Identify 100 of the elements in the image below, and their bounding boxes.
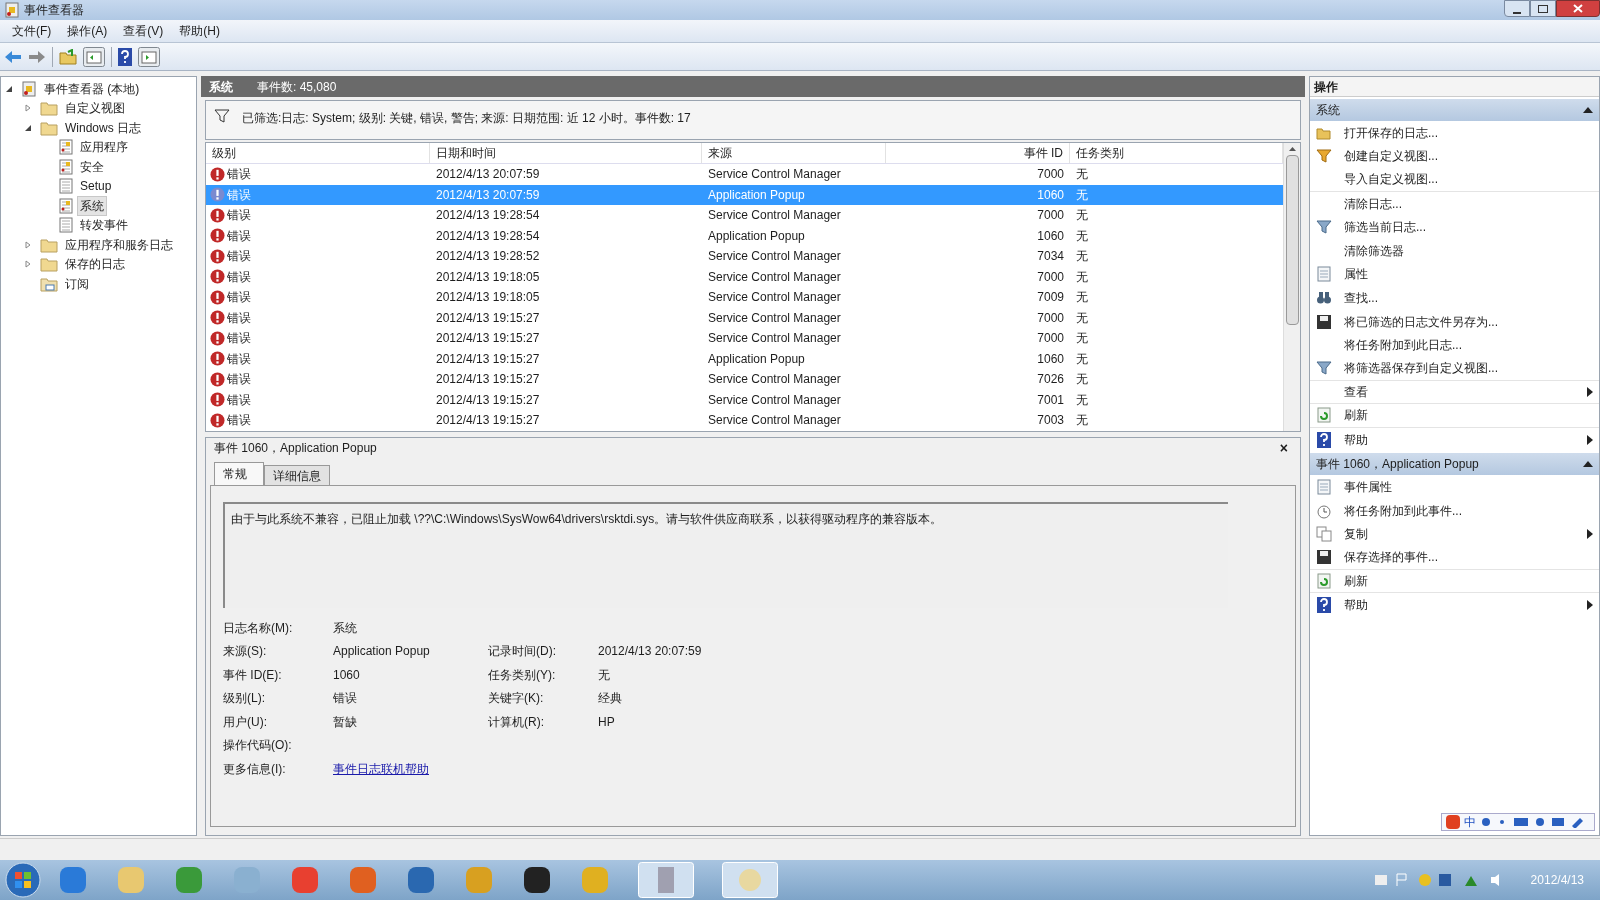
refresh-icon	[1316, 407, 1332, 424]
help-icon[interactable]	[118, 47, 132, 66]
action-item[interactable]: 筛选当前日志...	[1310, 215, 1599, 239]
menu-item[interactable]: 操作(A)	[59, 22, 116, 40]
menu-item[interactable]: 文件(F)	[4, 22, 60, 40]
taskbar-app-icon[interactable]	[522, 865, 552, 895]
tree-item[interactable]: 事件查看器 (本地)	[41, 78, 143, 99]
action-item[interactable]: 清除日志...	[1310, 191, 1599, 216]
action-item[interactable]: 查找...	[1310, 286, 1599, 310]
tree-item[interactable]: Setup	[77, 176, 115, 197]
tree-item[interactable]: 应用程序和服务日志	[62, 234, 176, 255]
action-item[interactable]: 将任务附加到此事件...	[1310, 498, 1599, 523]
table-cell-text: 7000	[1036, 309, 1065, 327]
field-label: 级别(L):	[223, 690, 266, 708]
help-link[interactable]: 事件日志联机帮助	[333, 759, 429, 778]
action-label: 创建自定义视图...	[1344, 148, 1438, 166]
action-item[interactable]: 刷新	[1310, 569, 1599, 594]
table-cell-text: 错误	[227, 268, 251, 286]
back-arrow-icon[interactable]	[4, 49, 22, 64]
table-cell-text: 错误	[227, 330, 251, 348]
column-header[interactable]: 事件 ID	[886, 143, 1070, 163]
minimize-button[interactable]	[1504, 0, 1530, 17]
table-row[interactable]: 错误 2012/4/13 19:15:27 Application Popup 1060 无	[206, 348, 1283, 369]
table-row[interactable]: 错误 2012/4/13 19:15:27 Service Control Manager 7000 无	[206, 328, 1283, 349]
collapse-icon[interactable]	[1583, 461, 1593, 468]
action-item[interactable]: 清除筛选器	[1310, 238, 1599, 263]
forward-arrow-icon[interactable]	[28, 49, 46, 64]
table-row[interactable]: 错误 2012/4/13 20:07:59 Service Control Manager 7000 无	[206, 164, 1283, 185]
tab[interactable]: 详细信息	[264, 465, 330, 485]
action-item[interactable]: 将筛选器保存到自定义视图...	[1310, 356, 1599, 381]
folder-up-icon[interactable]	[59, 48, 77, 65]
collapse-icon[interactable]	[1583, 107, 1593, 113]
table-cell-text: 7026	[1036, 371, 1065, 389]
panel-icon[interactable]	[83, 46, 105, 67]
table-row[interactable]: 错误 2012/4/13 19:15:27 Service Control Manager 7000 无	[206, 307, 1283, 328]
close-icon	[1573, 4, 1583, 13]
tree-item[interactable]: Windows 日志	[62, 117, 144, 138]
submenu-arrow-icon	[1587, 600, 1593, 611]
clock-icon	[1316, 502, 1332, 519]
close-button[interactable]	[1556, 0, 1600, 17]
table-cell-text: 无	[1075, 268, 1089, 286]
action-label: 将任务附加到此日志...	[1344, 337, 1462, 355]
tree-item[interactable]: 订阅	[62, 273, 92, 294]
field-value: 暂缺	[333, 713, 358, 731]
table-cell-text: 错误	[227, 412, 251, 430]
table-row[interactable]: 错误 2012/4/13 19:28:54 Application Popup 1060 无	[206, 225, 1283, 246]
table-cell-text: 无	[1075, 186, 1089, 204]
field-label: 任务类别(Y):	[488, 666, 557, 684]
ime-toolbar[interactable]: 中	[1441, 813, 1595, 831]
action-item[interactable]: 导入自定义视图...	[1310, 168, 1599, 192]
action-item[interactable]: 创建自定义视图...	[1310, 144, 1599, 169]
scrollbar[interactable]	[1283, 143, 1300, 431]
table-cell-text: Application Popup	[707, 227, 806, 245]
tree-item[interactable]: 安全	[77, 156, 107, 177]
column-header[interactable]: 来源	[702, 143, 886, 163]
action-item[interactable]: 帮助	[1310, 593, 1599, 617]
maximize-button[interactable]	[1530, 0, 1556, 17]
table-row[interactable]: 错误 2012/4/13 19:18:05 Service Control Manager 7009 无	[206, 287, 1283, 308]
tree-item[interactable]: 应用程序	[77, 137, 131, 158]
panel-icon[interactable]	[138, 46, 160, 67]
scroll-up-icon[interactable]	[1288, 147, 1296, 151]
action-label: 筛选当前日志...	[1344, 219, 1426, 237]
field-label: 操作代码(O):	[223, 737, 293, 755]
table-cell-text: 无	[1075, 248, 1089, 266]
table-cell-text: 错误	[227, 289, 251, 307]
action-item[interactable]: 将任务附加到此日志...	[1310, 333, 1599, 357]
action-label: 属性	[1344, 266, 1368, 284]
action-item[interactable]: 查看	[1310, 380, 1599, 405]
action-item[interactable]: 属性	[1310, 262, 1599, 287]
table-row[interactable]: 错误 2012/4/13 19:28:54 Service Control Manager 7000 无	[206, 205, 1283, 226]
action-item[interactable]: 打开保存的日志...	[1310, 121, 1599, 145]
action-item[interactable]: 保存选择的事件...	[1310, 546, 1599, 570]
table-row[interactable]: 错误 2012/4/13 19:15:27 Service Control Manager 7003 无	[206, 410, 1283, 431]
close-button[interactable]: ×	[1279, 441, 1292, 455]
table-cell-text: 2012/4/13 19:18:05	[435, 289, 541, 307]
tree-item[interactable]: 转发事件	[77, 215, 131, 236]
action-item[interactable]: 刷新	[1310, 404, 1599, 428]
log-icon	[59, 217, 73, 234]
tab[interactable]: 常规	[214, 462, 264, 485]
start-button-icon[interactable]	[4, 861, 42, 899]
column-header[interactable]: 级别	[206, 143, 430, 163]
table-row[interactable]: 错误 2012/4/13 19:28:52 Service Control Manager 7034 无	[206, 246, 1283, 267]
action-item[interactable]: 将已筛选的日志文件另存为...	[1310, 309, 1599, 334]
action-item[interactable]: 复制	[1310, 522, 1599, 547]
tree-item[interactable]: 保存的日志	[62, 254, 128, 275]
tree-item[interactable]: 自定义视图	[62, 98, 128, 119]
tree-item[interactable]: 系统	[77, 195, 107, 216]
table-cell-text: Service Control Manager	[707, 207, 842, 225]
action-item[interactable]: 事件属性	[1310, 475, 1599, 499]
log-name: 系统	[209, 78, 233, 96]
menu-item[interactable]: 查看(V)	[115, 22, 172, 40]
column-header[interactable]: 日期和时间	[430, 143, 702, 163]
menu-item[interactable]: 帮助(H)	[171, 22, 228, 40]
action-label: 打开保存的日志...	[1344, 124, 1438, 142]
funnel-icon	[1316, 148, 1332, 165]
table-row[interactable]: 错误 2012/4/13 19:15:27 Service Control Manager 7001 无	[206, 389, 1283, 410]
log-icon	[59, 178, 73, 195]
action-item[interactable]: 帮助	[1310, 427, 1599, 452]
table-row[interactable]: 错误 2012/4/13 19:18:05 Service Control Manager 7000 无	[206, 266, 1283, 287]
table-row[interactable]: 错误 2012/4/13 19:15:27 Service Control Manager 7026 无	[206, 369, 1283, 390]
